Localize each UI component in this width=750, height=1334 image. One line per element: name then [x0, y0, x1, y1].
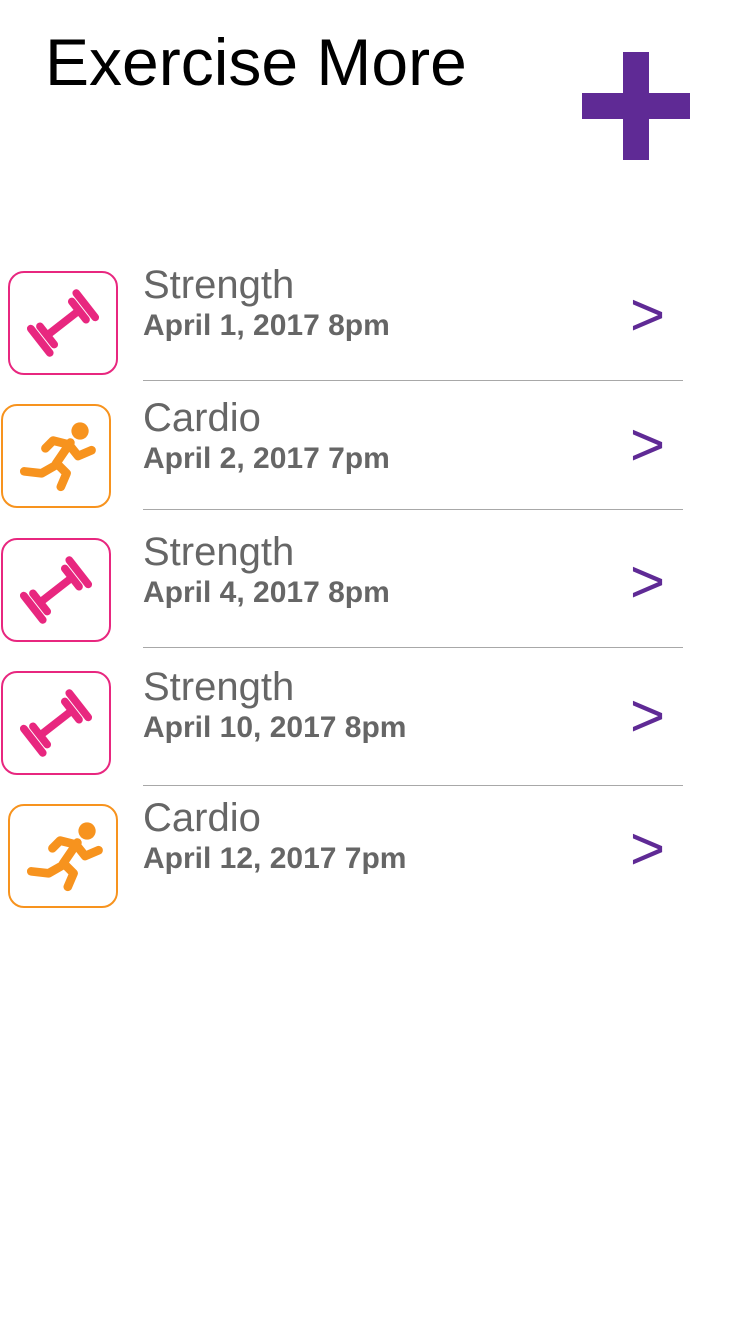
workout-date: April 1, 2017 8pm [143, 309, 390, 342]
workout-date: April 2, 2017 7pm [143, 442, 390, 475]
workout-type: Cardio [143, 796, 261, 840]
list-item-workout[interactable]: Strength April 10, 2017 8pm > [0, 662, 750, 792]
dumbbell-icon [1, 538, 111, 642]
chevron-right-icon: > [630, 815, 666, 882]
workout-type: Cardio [143, 396, 261, 440]
runner-icon [1, 404, 111, 508]
chevron-right-icon: > [630, 682, 666, 749]
chevron-right-icon: > [630, 411, 666, 478]
workout-list: Strength April 1, 2017 8pm > Cardio Apri… [0, 0, 750, 1334]
list-item-workout[interactable]: Strength April 4, 2017 8pm > [0, 529, 750, 659]
runner-icon [8, 804, 118, 908]
divider [143, 509, 683, 510]
list-item-workout[interactable]: Cardio April 2, 2017 7pm > [0, 395, 750, 525]
dumbbell-icon [1, 671, 111, 775]
dumbbell-icon [8, 271, 118, 375]
chevron-right-icon: > [630, 548, 666, 615]
divider [143, 647, 683, 648]
workout-date: April 10, 2017 8pm [143, 711, 407, 744]
workout-type: Strength [143, 665, 295, 709]
list-item-workout[interactable]: Strength April 1, 2017 8pm > [0, 262, 750, 392]
workout-date: April 12, 2017 7pm [143, 842, 407, 875]
chevron-right-icon: > [630, 281, 666, 348]
workout-type: Strength [143, 530, 295, 574]
workout-date: April 4, 2017 8pm [143, 576, 390, 609]
list-item-workout[interactable]: Cardio April 12, 2017 7pm > [0, 795, 750, 925]
divider [143, 380, 683, 381]
divider [143, 785, 683, 786]
workout-type: Strength [143, 263, 295, 307]
